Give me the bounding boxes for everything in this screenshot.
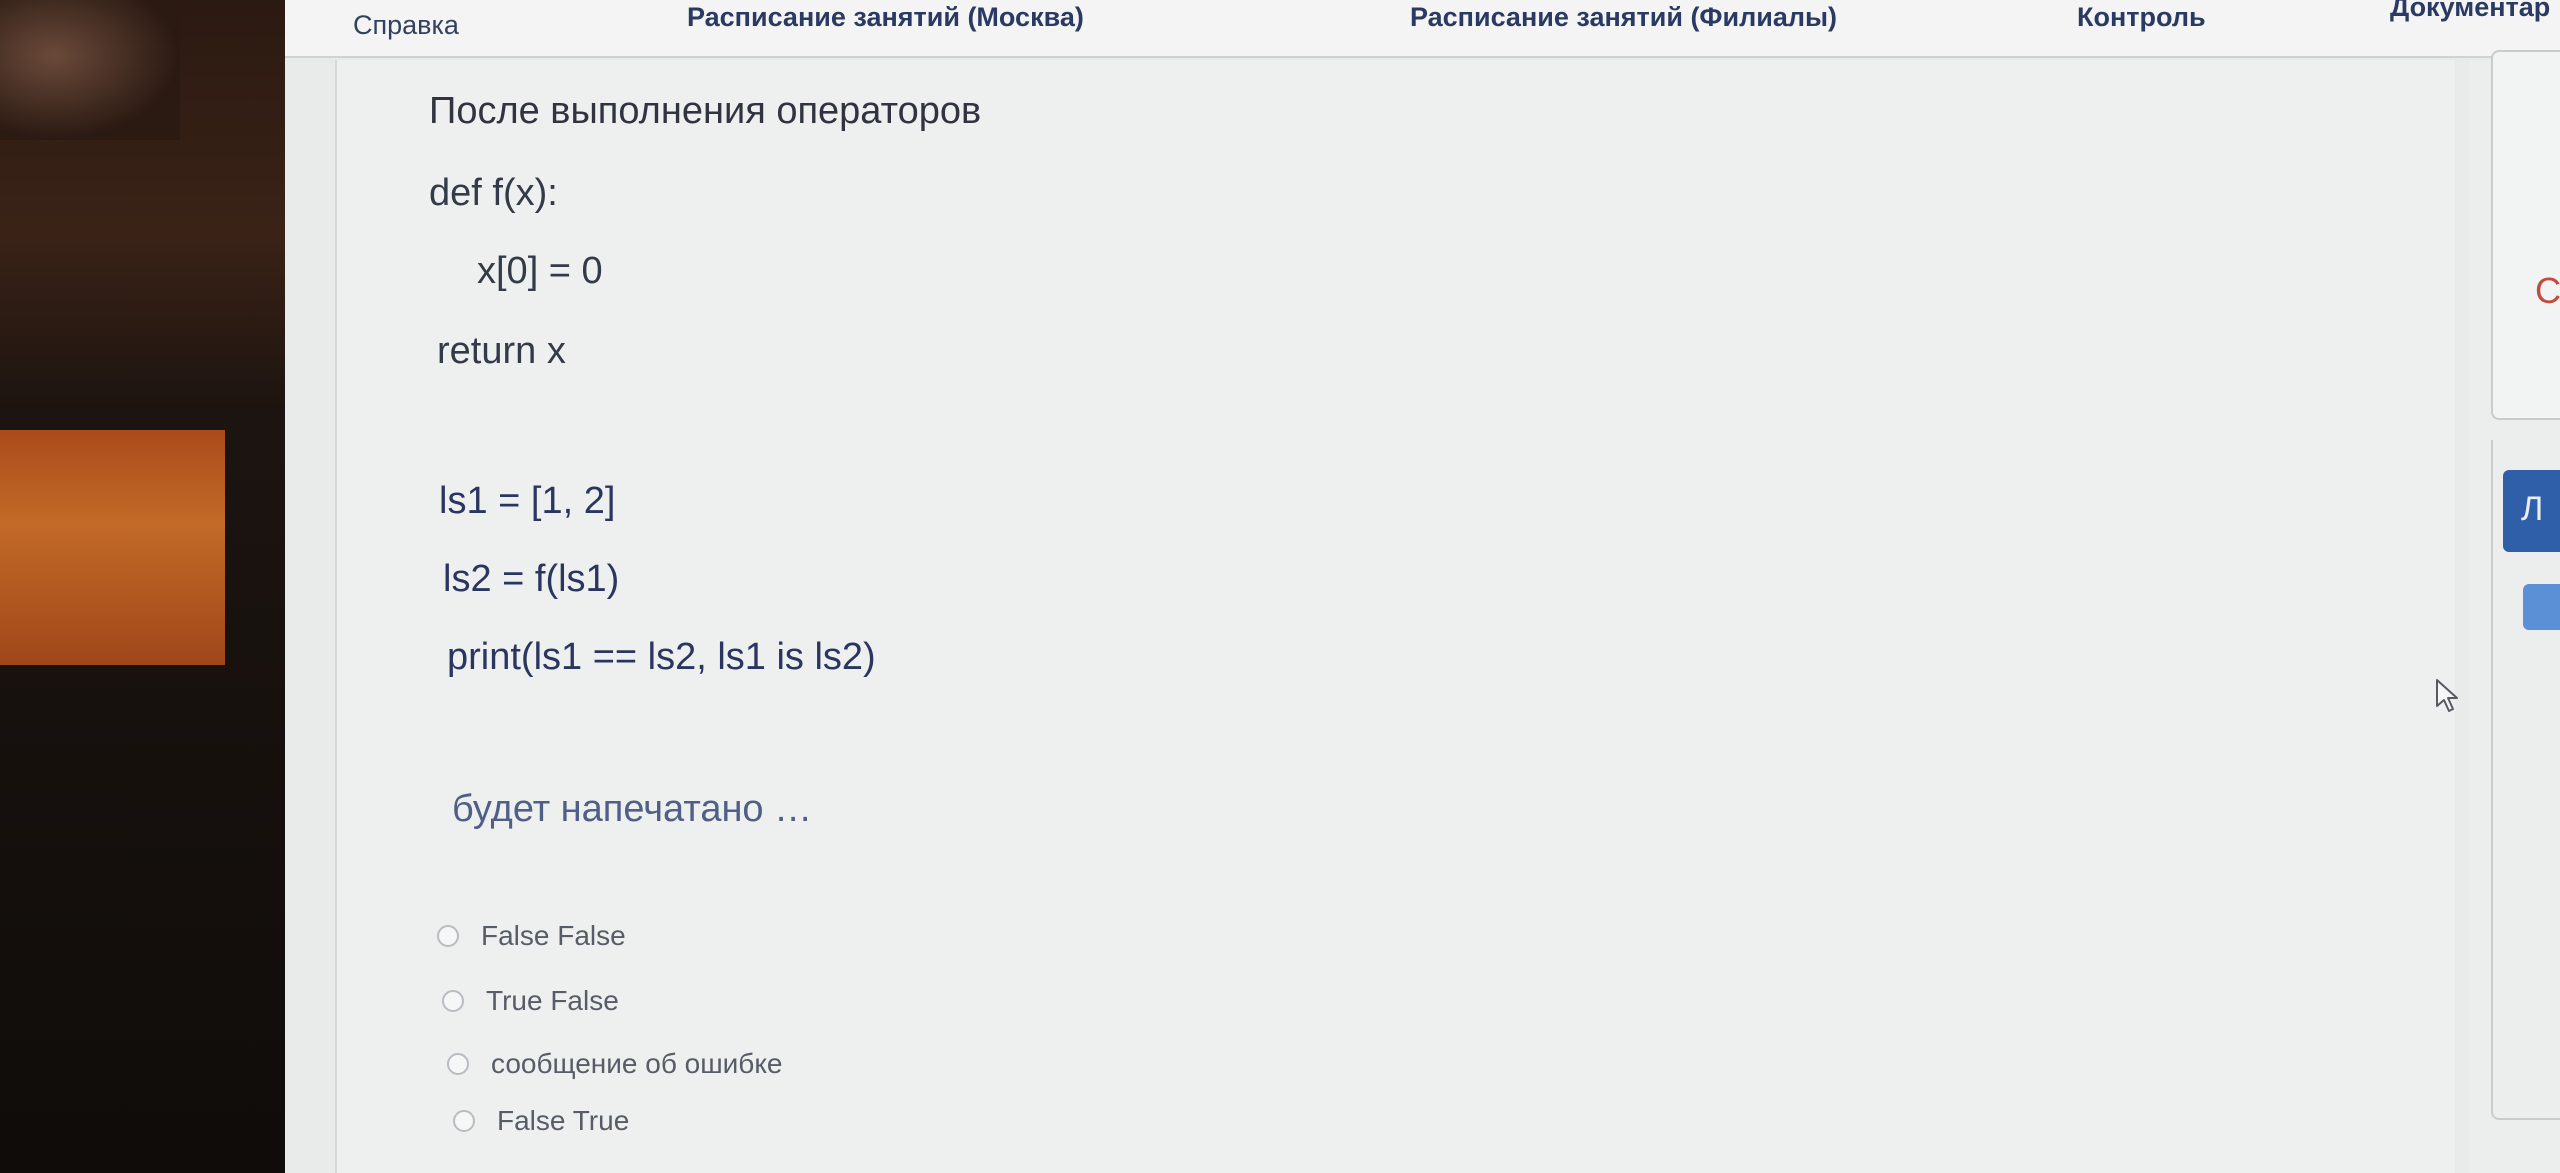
answer-option-label: False False	[481, 920, 626, 951]
answer-option[interactable]: True False	[442, 985, 619, 1017]
screen: Справка Расписание занятий (Москва) Расп…	[285, 0, 2560, 1173]
nav-documents[interactable]: Документар	[2390, 0, 2550, 23]
answer-option[interactable]: сообщение об ошибке	[447, 1048, 782, 1080]
sidebar-card	[2491, 50, 2560, 420]
background-light	[0, 0, 180, 140]
radio-button[interactable]	[442, 990, 464, 1012]
radio-button[interactable]	[453, 1110, 475, 1132]
code-line: x[0] = 0	[477, 250, 603, 292]
code-line: def f(x):	[429, 172, 558, 214]
code-line: ls2 = f(ls1)	[443, 558, 620, 600]
sidebar-flag-button[interactable]	[2523, 584, 2560, 630]
nav-control[interactable]: Контроль	[2077, 2, 2206, 33]
answer-option-label: сообщение об ошибке	[491, 1048, 783, 1079]
nav-help[interactable]: Справка	[353, 10, 459, 41]
code-line: ls1 = [1, 2]	[439, 480, 616, 522]
question-intro: После выполнения операторов	[429, 90, 982, 132]
question-panel: После выполнения операторов def f(x): x[…	[335, 60, 2455, 1173]
mouse-cursor-icon	[2436, 679, 2458, 712]
answer-option-label: True False	[486, 985, 619, 1016]
answer-option[interactable]: False True	[453, 1105, 629, 1137]
sidebar-letter: С	[2535, 270, 2560, 311]
background-lamp-glow	[0, 430, 225, 665]
code-line: print(ls1 == ls2, ls1 is ls2)	[447, 636, 876, 678]
answer-option[interactable]: False False	[437, 920, 626, 952]
top-navigation: Справка Расписание занятий (Москва) Расп…	[285, 0, 2560, 58]
radio-button[interactable]	[437, 925, 459, 947]
answer-option-label: False True	[497, 1105, 630, 1136]
monitor-bezel	[0, 0, 300, 1173]
nav-schedule-branches[interactable]: Расписание занятий (Филиалы)	[1410, 2, 1837, 33]
code-line: return x	[437, 330, 566, 372]
question-prompt: будет напечатано …	[452, 788, 813, 830]
radio-button[interactable]	[447, 1053, 469, 1075]
sidebar-blue-button[interactable]: Л	[2503, 470, 2560, 552]
nav-schedule-moscow[interactable]: Расписание занятий (Москва)	[687, 2, 1084, 33]
